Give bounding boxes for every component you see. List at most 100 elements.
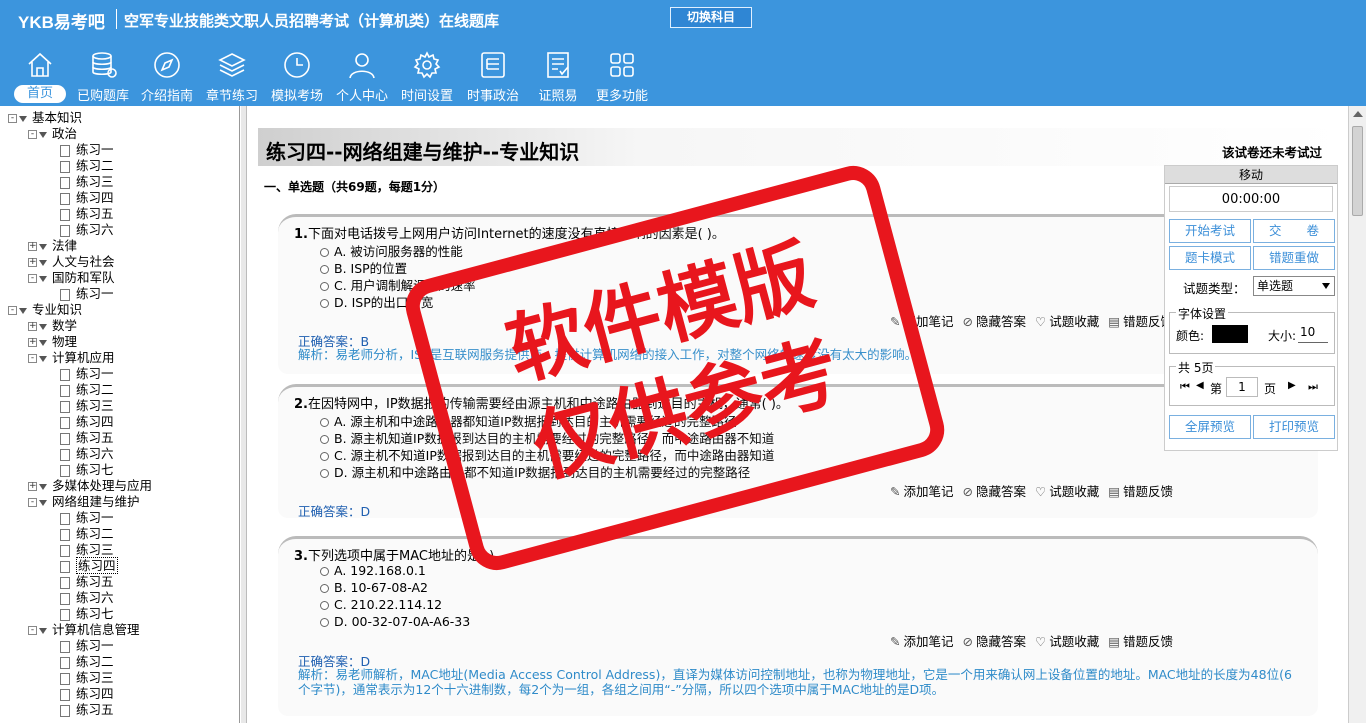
tree-folder-item[interactable]: - 专业知识	[8, 302, 82, 318]
tree-leaf-item[interactable]: 练习五	[60, 206, 114, 222]
nav-mock-exam[interactable]: 模拟考场	[265, 46, 329, 104]
hide-answer-button[interactable]: ⊘ 隐藏答案	[963, 484, 1027, 499]
radio-button[interactable]	[320, 265, 329, 274]
collapse-icon[interactable]: -	[28, 626, 37, 635]
expand-icon[interactable]: +	[28, 258, 37, 267]
start-exam-button[interactable]: 开始考试	[1169, 219, 1251, 243]
tree-leaf-item[interactable]: 练习一	[60, 142, 114, 158]
answer-option[interactable]: A. 192.168.0.1	[320, 563, 426, 578]
collapse-icon[interactable]: -	[28, 274, 37, 283]
answer-option[interactable]: B. 10-67-08-A2	[320, 580, 428, 595]
tree-folder-item[interactable]: - 计算机应用	[28, 350, 115, 366]
tree-leaf-item[interactable]: 练习三	[60, 174, 114, 190]
radio-button[interactable]	[320, 299, 329, 308]
report-error-button[interactable]: ▤ 错题反馈	[1108, 484, 1173, 499]
radio-button[interactable]	[320, 618, 329, 627]
tree-leaf-item[interactable]: 练习二	[60, 382, 114, 398]
nav-time-settings[interactable]: 时间设置	[395, 46, 459, 104]
tree-leaf-item[interactable]: 练习六	[60, 222, 114, 238]
tree-leaf-item[interactable]: 练习一	[60, 638, 114, 654]
print-preview-button[interactable]: 打印预览	[1253, 415, 1335, 439]
next-page-icon[interactable]: ▶	[1288, 380, 1296, 391]
tree-leaf-item[interactable]: 练习三	[60, 542, 114, 558]
splitter[interactable]	[241, 106, 247, 723]
first-page-icon[interactable]: ⏮	[1180, 380, 1190, 394]
question-type-select[interactable]: 单选题	[1253, 276, 1335, 296]
radio-button[interactable]	[320, 418, 329, 427]
expand-icon[interactable]: +	[28, 482, 37, 491]
last-page-icon[interactable]: ⏭	[1308, 380, 1318, 394]
favorite-button[interactable]: ♡ 试题收藏	[1035, 484, 1099, 499]
tree-folder-item[interactable]: + 人文与社会	[28, 254, 115, 270]
tree-folder-item[interactable]: + 数学	[28, 318, 77, 334]
favorite-button[interactable]: ♡ 试题收藏	[1035, 634, 1099, 649]
tree-leaf-item[interactable]: 练习三	[60, 398, 114, 414]
radio-button[interactable]	[320, 248, 329, 257]
report-error-button[interactable]: ▤ 错题反馈	[1108, 634, 1173, 649]
tree-leaf-item[interactable]: 练习七	[60, 462, 114, 478]
nav-home[interactable]: 首页	[8, 46, 72, 104]
tree-leaf-item[interactable]: 练习五	[60, 574, 114, 590]
tree-leaf-item[interactable]: 练习七	[60, 606, 114, 622]
collapse-icon[interactable]: -	[8, 306, 17, 315]
radio-button[interactable]	[320, 282, 329, 291]
nav-purchased[interactable]: 已购题库	[72, 46, 134, 104]
radio-button[interactable]	[320, 567, 329, 576]
redo-wrong-button[interactable]: 错题重做	[1253, 246, 1335, 270]
answer-card-button[interactable]: 题卡模式	[1169, 246, 1251, 270]
collapse-icon[interactable]: -	[28, 130, 37, 139]
nav-chapter-practice[interactable]: 章节练习	[200, 46, 264, 104]
answer-option[interactable]: C. 210.22.114.12	[320, 597, 442, 612]
tree-leaf-item[interactable]: 练习四	[60, 557, 118, 574]
tree-folder-item[interactable]: - 基本知识	[8, 110, 82, 126]
collapse-icon[interactable]: -	[28, 498, 37, 507]
tree-leaf-item[interactable]: 练习一	[60, 366, 114, 382]
tree-leaf-item[interactable]: 练习一	[60, 286, 114, 302]
scroll-up-icon[interactable]	[1353, 111, 1363, 117]
tree-folder-item[interactable]: - 网络组建与维护	[28, 494, 140, 510]
tree-leaf-item[interactable]: 练习四	[60, 414, 114, 430]
tree-folder-item[interactable]: + 法律	[28, 238, 77, 254]
tree-leaf-item[interactable]: 练习二	[60, 526, 114, 542]
font-size-input[interactable]: 10	[1298, 325, 1328, 343]
nav-more[interactable]: 更多功能	[590, 46, 654, 104]
collapse-icon[interactable]: -	[8, 114, 17, 123]
tree-folder-item[interactable]: + 物理	[28, 334, 77, 350]
tree-leaf-item[interactable]: 练习一	[60, 510, 114, 526]
tree-folder-item[interactable]: - 计算机信息管理	[28, 622, 140, 638]
hide-answer-button[interactable]: ⊘ 隐藏答案	[963, 314, 1027, 329]
nav-current-affairs[interactable]: 时事政治	[461, 46, 525, 104]
submit-button[interactable]: 交 卷	[1253, 219, 1335, 243]
color-swatch[interactable]	[1212, 325, 1248, 343]
tree-folder-item[interactable]: - 国防和军队	[28, 270, 115, 286]
tree-leaf-item[interactable]: 练习三	[60, 670, 114, 686]
tree-folder-item[interactable]: - 政治	[28, 126, 77, 142]
add-note-button[interactable]: ✎ 添加笔记	[890, 634, 954, 649]
tree-leaf-item[interactable]: 练习四	[60, 686, 114, 702]
fullscreen-preview-button[interactable]: 全屏预览	[1169, 415, 1251, 439]
tree-leaf-item[interactable]: 练习二	[60, 158, 114, 174]
panel-move-handle[interactable]: 移动	[1165, 166, 1337, 184]
tree-leaf-item[interactable]: 练习六	[60, 590, 114, 606]
expand-icon[interactable]: +	[28, 322, 37, 331]
page-input[interactable]: 1	[1226, 377, 1258, 397]
nav-guide[interactable]: 介绍指南	[136, 46, 198, 104]
nav-certificate[interactable]: 证照易	[526, 46, 590, 104]
tree-leaf-item[interactable]: 练习五	[60, 702, 114, 718]
radio-button[interactable]	[320, 452, 329, 461]
tree-leaf-item[interactable]: 练习六	[60, 446, 114, 462]
collapse-icon[interactable]: -	[28, 354, 37, 363]
tree-leaf-item[interactable]: 练习五	[60, 430, 114, 446]
favorite-button[interactable]: ♡ 试题收藏	[1035, 314, 1099, 329]
tree-leaf-item[interactable]: 练习二	[60, 654, 114, 670]
nav-personal-center[interactable]: 个人中心	[330, 46, 394, 104]
answer-option[interactable]: D. 00-32-07-0A-A6-33	[320, 614, 470, 629]
radio-button[interactable]	[320, 584, 329, 593]
expand-icon[interactable]: +	[28, 338, 37, 347]
prev-page-icon[interactable]: ◀	[1196, 380, 1204, 391]
tree-folder-item[interactable]: + 多媒体处理与应用	[28, 478, 152, 494]
add-note-button[interactable]: ✎ 添加笔记	[890, 484, 954, 499]
tree-leaf-item[interactable]: 练习四	[60, 190, 114, 206]
radio-button[interactable]	[320, 469, 329, 478]
radio-button[interactable]	[320, 435, 329, 444]
